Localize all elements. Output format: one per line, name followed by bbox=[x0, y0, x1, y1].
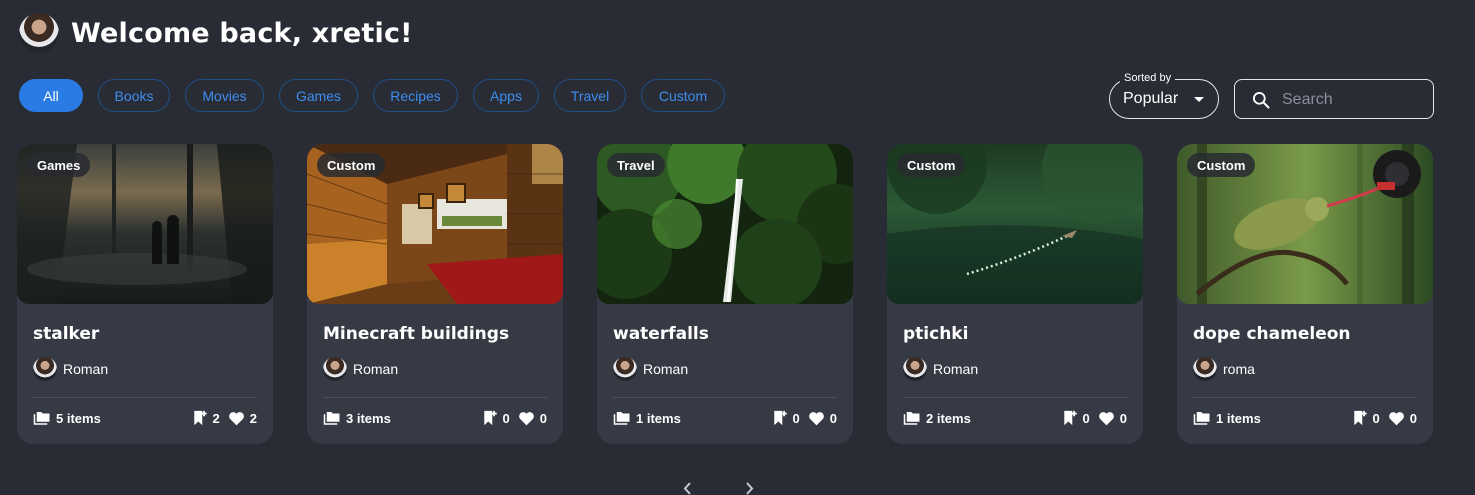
filter-chip-movies[interactable]: Movies bbox=[185, 79, 264, 112]
card-author[interactable]: roma bbox=[1193, 357, 1255, 381]
card-footer: 1 items 0 0 bbox=[613, 408, 837, 428]
filter-chip-books[interactable]: Books bbox=[98, 79, 170, 112]
category-badge: Games bbox=[27, 153, 91, 177]
sort-select[interactable]: Sorted by Popular bbox=[1109, 72, 1219, 119]
search-input[interactable] bbox=[1280, 88, 1424, 112]
welcome-title: Welcome back, xretic! bbox=[71, 17, 413, 49]
likes-count: 0 bbox=[539, 410, 547, 426]
author-name: Roman bbox=[643, 361, 689, 377]
category-badge: Custom bbox=[317, 153, 386, 177]
likes-count: 0 bbox=[829, 410, 837, 426]
collection-card[interactable]: Custom ptichki Roman 2 items 0 0 bbox=[887, 144, 1143, 444]
heart-icon[interactable] bbox=[808, 411, 825, 426]
author-name: Roman bbox=[63, 361, 109, 377]
author-name: Roman bbox=[353, 361, 399, 377]
card-title[interactable]: stalker bbox=[33, 324, 99, 344]
heart-icon[interactable] bbox=[1388, 411, 1405, 426]
bookmark-add-icon[interactable] bbox=[193, 410, 208, 426]
saves-count: 0 bbox=[502, 410, 510, 426]
card-footer: 2 items 0 0 bbox=[903, 408, 1127, 428]
heart-icon[interactable] bbox=[228, 411, 245, 426]
avatar bbox=[323, 357, 347, 381]
likes-count: 2 bbox=[249, 410, 257, 426]
card-author[interactable]: Roman bbox=[903, 357, 978, 381]
bookmark-add-icon[interactable] bbox=[773, 410, 788, 426]
filter-chip-recipes[interactable]: Recipes bbox=[373, 79, 458, 112]
card-footer: 3 items 0 0 bbox=[323, 408, 547, 428]
category-filters: All Books Movies Games Recipes Apps Trav… bbox=[19, 79, 725, 112]
avatar bbox=[613, 357, 637, 381]
collection-card[interactable]: Custom dope chameleon roma 1 items 0 0 bbox=[1177, 144, 1433, 444]
collection-card[interactable]: Travel waterfalls Roman 1 items 0 0 bbox=[597, 144, 853, 444]
card-title[interactable]: waterfalls bbox=[613, 324, 709, 344]
chevron-right-icon[interactable] bbox=[743, 482, 755, 495]
saves-count: 2 bbox=[212, 410, 220, 426]
saves-count: 0 bbox=[1082, 410, 1090, 426]
items-count: 1 items bbox=[636, 410, 681, 426]
divider bbox=[33, 397, 257, 398]
bookmark-add-icon[interactable] bbox=[1063, 410, 1078, 426]
card-author[interactable]: Roman bbox=[33, 357, 108, 381]
category-badge: Custom bbox=[897, 153, 966, 177]
author-name: Roman bbox=[933, 361, 979, 377]
search-icon bbox=[1253, 92, 1270, 109]
bookmark-add-icon[interactable] bbox=[483, 410, 498, 426]
card-footer: 5 items 2 2 bbox=[33, 408, 257, 428]
card-footer: 1 items 0 0 bbox=[1193, 408, 1417, 428]
filter-chip-apps[interactable]: Apps bbox=[473, 79, 539, 112]
collection-card[interactable]: Custom Minecraft buildings Roman 3 items… bbox=[307, 144, 563, 444]
card-title[interactable]: Minecraft buildings bbox=[323, 324, 509, 344]
chevron-down-icon bbox=[1194, 97, 1204, 102]
items-count: 3 items bbox=[346, 410, 391, 426]
saves-count: 0 bbox=[792, 410, 800, 426]
card-stats: 0 0 bbox=[483, 410, 547, 426]
card-stats: 0 0 bbox=[773, 410, 837, 426]
bookmark-add-icon[interactable] bbox=[1353, 410, 1368, 426]
divider bbox=[903, 397, 1127, 398]
card-stats: 2 2 bbox=[193, 410, 257, 426]
folders-icon bbox=[613, 412, 630, 425]
folders-icon bbox=[1193, 412, 1210, 425]
items-count: 1 items bbox=[1216, 410, 1261, 426]
divider bbox=[613, 397, 837, 398]
header: Welcome back, xretic! bbox=[19, 13, 413, 53]
folders-icon bbox=[33, 412, 50, 425]
collection-card[interactable]: Games stalker Roman 5 items 2 2 bbox=[17, 144, 273, 444]
likes-count: 0 bbox=[1409, 410, 1417, 426]
sort-value: Popular bbox=[1123, 90, 1179, 107]
divider bbox=[323, 397, 547, 398]
category-badge: Custom bbox=[1187, 153, 1256, 177]
card-stats: 0 0 bbox=[1063, 410, 1127, 426]
card-author[interactable]: Roman bbox=[613, 357, 688, 381]
author-name: roma bbox=[1223, 361, 1255, 377]
items-count: 2 items bbox=[926, 410, 971, 426]
card-title[interactable]: ptichki bbox=[903, 324, 968, 344]
search-box[interactable] bbox=[1234, 79, 1434, 119]
filter-chip-all[interactable]: All bbox=[19, 79, 83, 112]
likes-count: 0 bbox=[1119, 410, 1127, 426]
heart-icon[interactable] bbox=[518, 411, 535, 426]
user-avatar[interactable] bbox=[19, 13, 59, 53]
filter-chip-travel[interactable]: Travel bbox=[554, 79, 626, 112]
items-count: 5 items bbox=[56, 410, 101, 426]
avatar bbox=[33, 357, 57, 381]
sort-label: Sorted by bbox=[1120, 72, 1176, 84]
saves-count: 0 bbox=[1372, 410, 1380, 426]
avatar bbox=[903, 357, 927, 381]
folders-icon bbox=[903, 412, 920, 425]
card-stats: 0 0 bbox=[1353, 410, 1417, 426]
collection-cards: Games stalker Roman 5 items 2 2 Custom M… bbox=[17, 144, 1433, 444]
chevron-left-icon[interactable] bbox=[682, 482, 694, 495]
category-badge: Travel bbox=[607, 153, 665, 177]
heart-icon[interactable] bbox=[1098, 411, 1115, 426]
folders-icon bbox=[323, 412, 340, 425]
filter-chip-games[interactable]: Games bbox=[279, 79, 358, 112]
card-author[interactable]: Roman bbox=[323, 357, 398, 381]
filter-chip-custom[interactable]: Custom bbox=[641, 79, 725, 112]
divider bbox=[1193, 397, 1417, 398]
avatar bbox=[1193, 357, 1217, 381]
card-title[interactable]: dope chameleon bbox=[1193, 324, 1351, 344]
